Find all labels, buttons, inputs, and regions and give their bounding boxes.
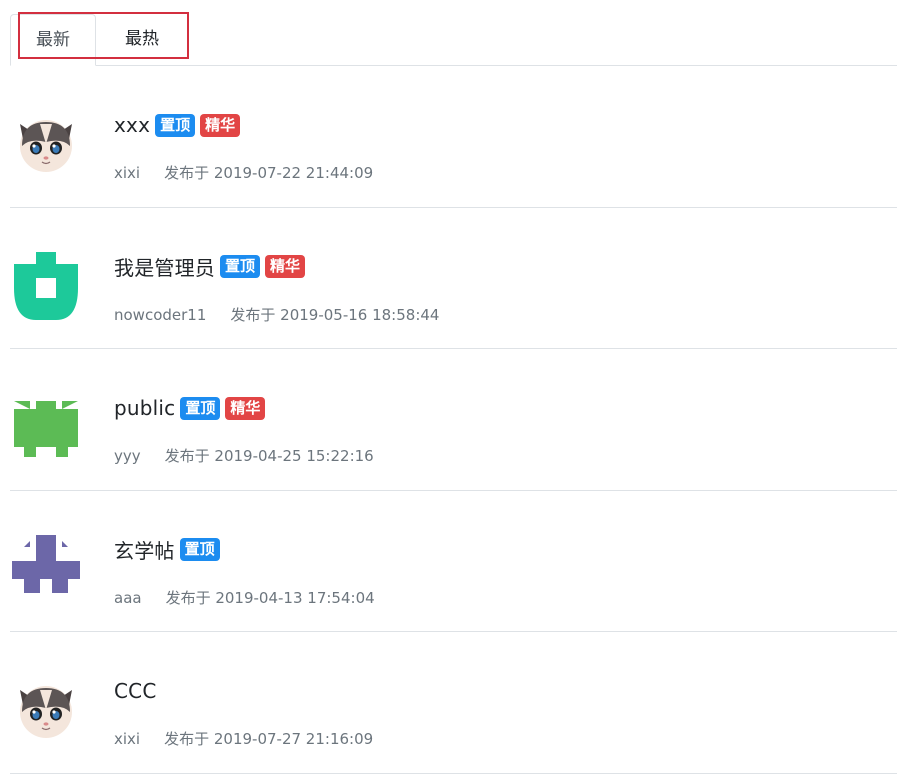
post-meta: yyy 发布于 2019-04-25 15:22:16 bbox=[114, 445, 374, 466]
cat-avatar[interactable] bbox=[10, 108, 82, 180]
wonderful-badge: 精华 bbox=[200, 113, 241, 137]
wonderful-badge: 精华 bbox=[225, 396, 266, 420]
post-item: public 置顶 精华 yyy 发布于 2019-04-25 15:22:16 bbox=[10, 349, 897, 491]
post-author: xixi bbox=[114, 730, 141, 748]
post-sort-tabs: 最新 最热 bbox=[10, 14, 897, 66]
tab-hottest[interactable]: 最热 bbox=[98, 14, 186, 66]
post-list: xxx 置顶 精华 xixi 发布于 2019-07-22 21:44:09 我是… bbox=[10, 66, 897, 774]
post-meta: aaa 发布于 2019-04-13 17:54:04 bbox=[114, 587, 375, 608]
post-item: xxx 置顶 精华 xixi 发布于 2019-07-22 21:44:09 bbox=[10, 66, 897, 208]
pinned-badge: 置顶 bbox=[155, 113, 196, 137]
post-publish-time: 发布于 2019-05-16 18:58:44 bbox=[230, 305, 440, 324]
post-author: yyy bbox=[114, 447, 141, 465]
post-title-link[interactable]: 玄学帖 bbox=[114, 535, 175, 564]
post-title-link[interactable]: CCC bbox=[114, 679, 157, 703]
post-title-link[interactable]: public bbox=[114, 396, 175, 420]
post-item: 我是管理员 置顶 精华 nowcoder11 发布于 2019-05-16 18:… bbox=[10, 208, 897, 349]
pinned-badge: 置顶 bbox=[179, 538, 220, 561]
post-meta: nowcoder11 发布于 2019-05-16 18:58:44 bbox=[114, 304, 439, 325]
post-title-link[interactable]: 我是管理员 bbox=[114, 252, 215, 281]
pinned-badge: 置顶 bbox=[220, 255, 261, 278]
post-meta: xixi 发布于 2019-07-22 21:44:09 bbox=[114, 162, 373, 183]
purple-identicon-avatar[interactable] bbox=[10, 533, 82, 605]
post-publish-time: 发布于 2019-04-25 15:22:16 bbox=[164, 447, 374, 465]
wonderful-badge: 精华 bbox=[265, 255, 306, 278]
post-title-link[interactable]: xxx bbox=[114, 113, 150, 137]
post-publish-time: 发布于 2019-07-27 21:16:09 bbox=[164, 730, 374, 748]
post-item: 玄学帖 置顶 aaa 发布于 2019-04-13 17:54:04 bbox=[10, 491, 897, 632]
green-identicon-avatar[interactable] bbox=[10, 250, 82, 322]
post-author: xixi bbox=[114, 164, 141, 182]
lime-identicon-avatar[interactable] bbox=[10, 391, 82, 463]
post-item: CCC xixi 发布于 2019-07-27 21:16:09 bbox=[10, 632, 897, 774]
tab-newest[interactable]: 最新 bbox=[10, 14, 96, 66]
post-author: nowcoder11 bbox=[114, 305, 207, 324]
cat-avatar[interactable] bbox=[10, 674, 82, 746]
post-publish-time: 发布于 2019-07-22 21:44:09 bbox=[164, 164, 374, 182]
post-meta: xixi 发布于 2019-07-27 21:16:09 bbox=[114, 728, 373, 749]
post-publish-time: 发布于 2019-04-13 17:54:04 bbox=[165, 588, 375, 607]
post-author: aaa bbox=[114, 588, 142, 607]
pinned-badge: 置顶 bbox=[180, 396, 221, 420]
